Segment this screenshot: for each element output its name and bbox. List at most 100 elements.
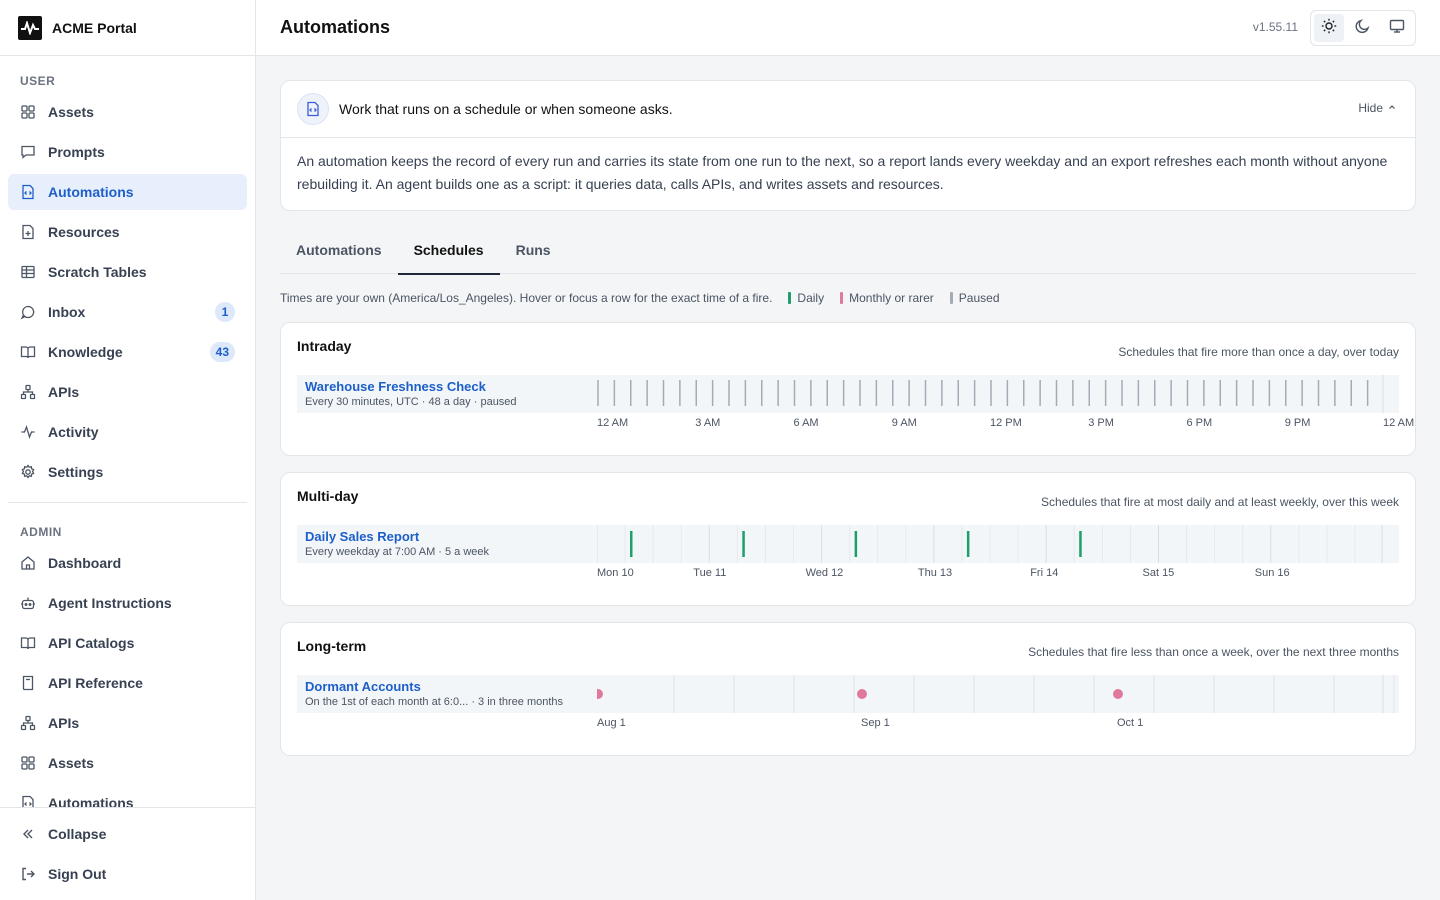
version-label: v1.55.11	[1252, 20, 1298, 34]
nav-item-label: Scratch Tables	[48, 264, 147, 280]
network-icon	[20, 715, 36, 731]
axis-tick-label: Fri 14	[1030, 567, 1059, 579]
info-card-body: An automation keeps the record of every …	[297, 153, 1388, 192]
tab-automations[interactable]: Automations	[280, 235, 398, 274]
sidebar-admin-item-assets[interactable]: Assets	[8, 745, 247, 781]
sidebar-item-settings[interactable]: Settings	[8, 454, 247, 490]
theme-dark-button[interactable]	[1348, 14, 1378, 42]
book-icon	[20, 675, 36, 691]
sign-out-button[interactable]: Sign Out	[8, 856, 247, 892]
sidebar-admin-item-api-reference[interactable]: API Reference	[8, 665, 247, 701]
sidebar-nav[interactable]: USER Assets Prompts Automations Resources Sc…	[0, 56, 255, 807]
sidebar-admin-item-apis[interactable]: APIs	[8, 705, 247, 741]
sidebar-admin-item-automations[interactable]: Automations	[8, 785, 247, 807]
sidebar-item-knowledge[interactable]: Knowledge 43	[8, 334, 247, 370]
axis-tick-label: 6 PM	[1186, 417, 1213, 429]
axis-tick-label: Mon 10	[597, 567, 634, 579]
sidebar-item-assets[interactable]: Assets	[8, 94, 247, 130]
nav-item-label: Prompts	[48, 144, 105, 160]
schedule-row[interactable]: Dormant Accounts On the 1st of each month…	[297, 675, 1399, 713]
sidebar-admin-item-dashboard[interactable]: Dashboard	[8, 545, 247, 581]
timezone-note: Times are your own (America/Los_Angeles)…	[280, 291, 773, 305]
nav-item-label: APIs	[48, 384, 80, 400]
nav-item-label: Settings	[48, 464, 104, 480]
automation-link[interactable]: Warehouse Freshness Check	[305, 379, 486, 394]
file-code-icon	[20, 795, 36, 807]
theme-system-button[interactable]	[1382, 14, 1412, 42]
theme-light-button[interactable]	[1314, 14, 1344, 42]
sidebar-admin-item-api-catalogs[interactable]: API Catalogs	[8, 625, 247, 661]
legend-swatch	[840, 292, 844, 304]
schedule-track[interactable]	[596, 525, 1399, 563]
brand[interactable]: ACME Portal	[0, 0, 255, 56]
schedule-row[interactable]: Daily Sales Report Every weekday at 7:00 …	[297, 525, 1399, 563]
automation-link[interactable]: Daily Sales Report	[305, 529, 419, 544]
message-circle-icon	[20, 304, 36, 320]
schedule-track[interactable]	[597, 375, 1399, 413]
tab-runs[interactable]: Runs	[500, 235, 567, 274]
acme-logo-icon	[18, 15, 42, 40]
hide-label: Hide	[1358, 101, 1383, 115]
collapse-label: Collapse	[48, 826, 107, 842]
tab-schedules[interactable]: Schedules	[397, 235, 500, 275]
nav-item-label: Assets	[48, 104, 94, 120]
axis-tick-label: Sat 15	[1142, 567, 1175, 579]
nav-item-label: API Reference	[48, 675, 143, 691]
legend-label: Paused	[958, 291, 1000, 305]
schedule-card-title: Intraday	[297, 338, 352, 354]
collapse-button[interactable]: Collapse	[8, 816, 247, 852]
moon-icon	[1355, 18, 1371, 39]
schedule-sections: Intraday Schedules that fire more than on…	[280, 322, 1416, 756]
schedule-card-long-term: Long-term Schedules that fire less than o…	[280, 622, 1416, 756]
info-card: Work that runs on a schedule or when som…	[280, 80, 1416, 211]
automation-link[interactable]: Dormant Accounts	[305, 679, 421, 694]
axis-tick-label: 6 AM	[793, 417, 819, 429]
sidebar-item-automations[interactable]: Automations	[8, 174, 247, 210]
axis-tick-label: 3 PM	[1088, 417, 1114, 429]
sidebar-item-scratch-tables[interactable]: Scratch Tables	[8, 254, 247, 290]
legend-swatch	[949, 292, 953, 304]
bot-icon	[20, 595, 36, 611]
sign-out-label: Sign Out	[48, 866, 107, 882]
schedule-card-subtitle: Schedules that fire less than once a wee…	[1028, 645, 1399, 659]
hide-info-button[interactable]: Hide	[1358, 101, 1397, 115]
admin-section-label: ADMIN	[20, 525, 62, 539]
schedule-timeline	[593, 675, 1395, 713]
nav-item-label: Automations	[48, 184, 134, 200]
schedule-timeline	[596, 525, 1383, 563]
nav-item-label: Inbox	[48, 304, 86, 320]
legend-label: Daily	[797, 291, 825, 305]
sidebar-item-inbox[interactable]: Inbox 1	[8, 294, 247, 330]
sidebar-item-apis[interactable]: APIs	[8, 374, 247, 410]
sidebar-item-activity[interactable]: Activity	[8, 414, 247, 450]
automation-meta: Every 30 minutes, UTC · 48 a day · pause…	[305, 396, 517, 408]
nav-item-label: APIs	[48, 715, 80, 731]
gear-icon	[20, 464, 36, 480]
fire-dot	[1113, 689, 1123, 699]
time-axis: 12 AM 3 AM 6 AM 9 AM 12 PM 3 PM 6 PM 9 PM 12 AM	[597, 417, 1414, 433]
sidebar: ACME Portal USER Assets Prompts Automation…	[0, 0, 256, 900]
sidebar-admin-item-agent-instructions[interactable]: Agent Instructions	[8, 585, 247, 621]
sidebar-item-prompts[interactable]: Prompts	[8, 134, 247, 170]
chevrons-left-icon	[20, 826, 36, 842]
schedule-row[interactable]: Warehouse Freshness Check Every 30 minute…	[297, 375, 1399, 413]
axis-tick-label: 9 PM	[1284, 417, 1311, 429]
schedule-track[interactable]	[593, 675, 1399, 713]
legend-label: Monthly or rarer	[849, 291, 934, 305]
topbar: Automations v1.55.11	[256, 0, 1440, 56]
automation-meta: Every weekday at 7:00 AM · 5 a week	[305, 546, 490, 558]
book-open-icon	[20, 344, 36, 360]
info-card-header: Work that runs on a schedule or when som…	[281, 81, 1415, 138]
nav-item-label: API Catalogs	[48, 635, 135, 651]
main-content: Work that runs on a schedule or when som…	[280, 80, 1416, 756]
axis-tick-label: Wed 12	[805, 567, 844, 579]
axis-tick-label: Oct 1	[1117, 717, 1144, 729]
schedule-tabs: Automations Schedules Runs	[280, 235, 1416, 275]
sun-icon	[1321, 18, 1337, 39]
axis-tick-label: Sep 1	[861, 717, 890, 729]
axis-tick-label: Thu 13	[917, 567, 953, 579]
axis-tick-label: 12 AM	[1383, 417, 1415, 429]
sidebar-item-resources[interactable]: Resources	[8, 214, 247, 250]
fire-dot	[593, 689, 603, 699]
schedule-card-title: Multi-day	[297, 488, 359, 504]
